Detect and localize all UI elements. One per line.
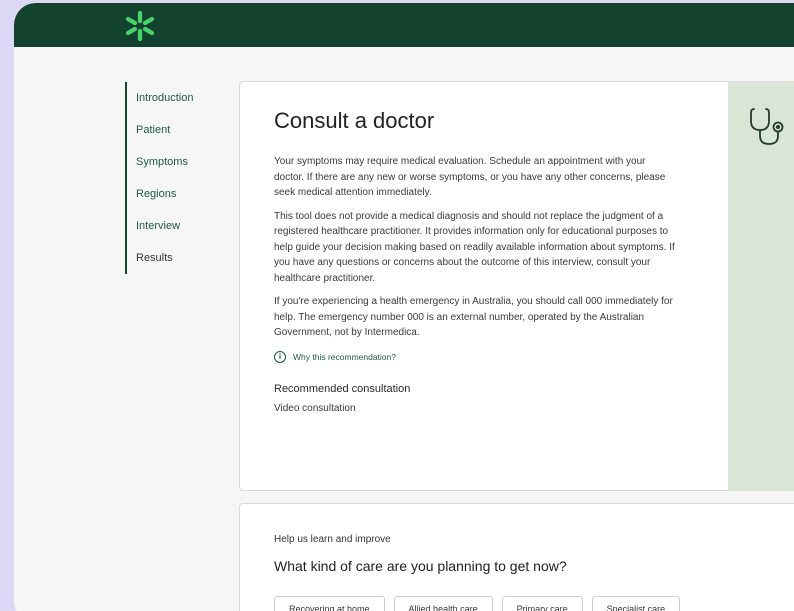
result-card: Consult a doctor Your symptoms may requi… <box>239 81 794 491</box>
why-recommendation-label: Why this recommendation? <box>293 351 396 362</box>
asterisk-logo-icon[interactable] <box>123 9 157 43</box>
option-allied-health-care[interactable]: Allied health care <box>393 596 493 611</box>
nav-item-patient[interactable]: Patient <box>136 114 225 146</box>
option-recovering-at-home[interactable]: Recovering at home <box>274 596 385 611</box>
page-title: Consult a doctor <box>274 108 435 133</box>
nav-item-symptoms[interactable]: Symptoms <box>136 146 225 178</box>
care-options: Recovering at home Allied health care Pr… <box>274 596 681 611</box>
info-icon: i <box>274 350 286 363</box>
feedback-question: What kind of care are you planning to ge… <box>274 558 567 574</box>
feedback-card: Help us learn and improve What kind of c… <box>239 503 794 611</box>
emergency-paragraph: If you're experiencing a health emergenc… <box>274 296 673 338</box>
recommended-value: Video consultation <box>274 402 356 414</box>
nav-item-introduction[interactable]: Introduction <box>136 82 225 114</box>
option-primary-care[interactable]: Primary care <box>501 596 583 611</box>
recommended-title: Recommended consultation <box>274 382 411 395</box>
option-specialist-care[interactable]: Specialist care <box>591 596 681 611</box>
nav-item-results[interactable]: Results <box>136 242 225 274</box>
why-recommendation-link[interactable]: i Why this recommendation? <box>274 350 676 363</box>
app-frame: Introduction Patient Symptoms Regions In… <box>14 3 794 611</box>
stethoscope-icon <box>750 108 784 145</box>
illustration-panel <box>728 82 794 490</box>
disclaimer-paragraph: This tool does not provide a medical dia… <box>274 210 675 284</box>
nav-item-regions[interactable]: Regions <box>136 178 225 210</box>
result-paragraph: Your symptoms may require medical evalua… <box>274 156 666 198</box>
result-content: Consult a doctor Your symptoms may requi… <box>274 108 676 414</box>
nav-item-interview[interactable]: Interview <box>136 210 225 242</box>
top-bar <box>14 3 794 47</box>
feedback-intro: Help us learn and improve <box>274 534 391 545</box>
steps-nav: Introduction Patient Symptoms Regions In… <box>125 82 225 274</box>
